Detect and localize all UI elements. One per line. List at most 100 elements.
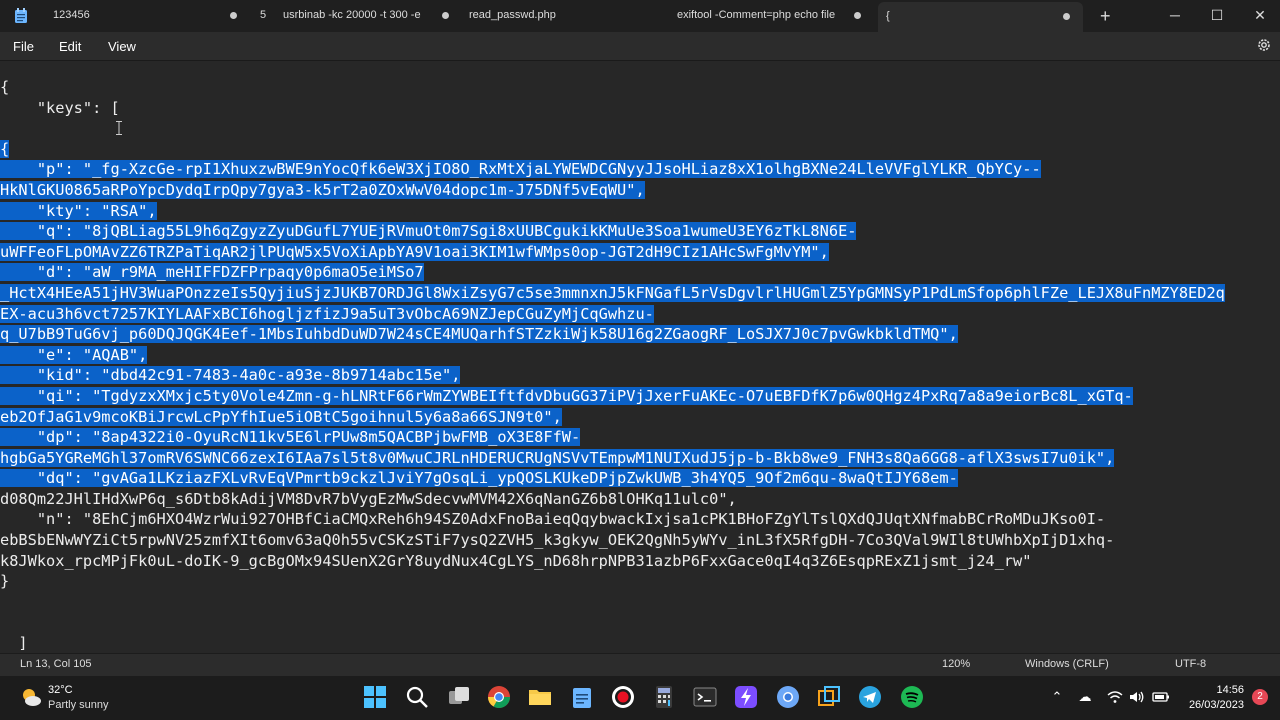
line-text: k8JWkox_rpcMPjFk0uL-doIK-9_gcBgOMx94SUen… bbox=[0, 551, 1032, 570]
task-view-icon[interactable] bbox=[446, 684, 472, 710]
editor-line[interactable]: ebBSbENwWYZiCt5rpwNV25zmfXIt6omv63aQ0h55… bbox=[0, 530, 1225, 551]
editor-line[interactable]: q_U7bB9TuG6vj_p60DQJQGK4Eef-1MbsIuhbdDuW… bbox=[0, 324, 1225, 345]
editor-line[interactable]: { bbox=[0, 77, 1225, 98]
line-text: d08Qm22JHlIHdXwP6q_s6Dtb8kAdijVM8DvR7bVy… bbox=[0, 489, 737, 508]
editor-line[interactable]: "qi": "TgdyzxXMxjc5ty0Vole4Zmn-g-hLNRtF6… bbox=[0, 386, 1225, 407]
line-text: EX-acu3h6vct7257KIYLAAFxBCI6hogljzfizJ9a… bbox=[0, 304, 654, 323]
weather-widget[interactable]: 32°C Partly sunny bbox=[20, 682, 140, 714]
line-text: "dq": "gvAGa1LKziazFXLvRvEqVPmrtb9ckzlJv… bbox=[0, 469, 958, 488]
editor-line[interactable]: uWFFeoFLpOMAvZZ6TRZPaTiqAR2jlPUqW5x5VoXi… bbox=[0, 242, 1225, 263]
line-text: hgbGa5YGReMGhl37omRV6SWNC66zexI6IAa7sl5t… bbox=[0, 448, 1115, 467]
status-bar: Ln 13, Col 105 120% Windows (CRLF) UTF-8 bbox=[0, 653, 1280, 676]
wifi-icon[interactable] bbox=[1106, 688, 1124, 706]
unsaved-dot-icon bbox=[442, 12, 449, 19]
editor-line[interactable]: k8JWkox_rpcMPjFk0uL-doIK-9_gcBgOMx94SUen… bbox=[0, 551, 1225, 572]
line-text: _HctX4HEeA51jHV3WuaPOnzzeIs5QyjiuSjzJUKB… bbox=[0, 283, 1225, 302]
new-tab-button[interactable]: + bbox=[1100, 6, 1111, 27]
line-text: { bbox=[0, 139, 10, 158]
telegram-icon[interactable] bbox=[857, 684, 883, 710]
line-text: HkNlGKU0865aRPoYpcDydqIrpQpy7gya3-k5rT2a… bbox=[0, 180, 645, 199]
tab-123456[interactable]: 123456 bbox=[46, 4, 246, 28]
line-text: "kty": "RSA", bbox=[0, 201, 157, 220]
spotify-icon[interactable] bbox=[899, 684, 925, 710]
editor-line[interactable] bbox=[0, 612, 1225, 633]
text-editor[interactable]: { "keys": [{ "p": "_fg-XzcGe-rpI1XhuxzwB… bbox=[0, 61, 1280, 653]
line-text: "e": "AQAB", bbox=[0, 345, 148, 364]
line-text: "keys": [ bbox=[0, 98, 120, 117]
editor-content[interactable]: { "keys": [{ "p": "_fg-XzcGe-rpI1XhuxzwB… bbox=[0, 77, 1225, 654]
bolt-app-icon[interactable] bbox=[733, 684, 759, 710]
tab-usrbinab[interactable]: 5 usrbinab -kc 20000 -t 300 -e bbox=[256, 4, 456, 28]
tab-label: { bbox=[886, 10, 890, 22]
battery-icon[interactable] bbox=[1152, 688, 1170, 706]
editor-line[interactable]: ] bbox=[0, 633, 1225, 654]
line-ending: Windows (CRLF) bbox=[1025, 658, 1109, 670]
editor-line[interactable]: EX-acu3h6vct7257KIYLAAFxBCI6hogljzfizJ9a… bbox=[0, 304, 1225, 325]
editor-line[interactable]: "kid": "dbd42c91-7483-4a0c-a93e-8b9714ab… bbox=[0, 365, 1225, 386]
editor-line[interactable]: hgbGa5YGReMGhl37omRV6SWNC66zexI6IAa7sl5t… bbox=[0, 448, 1225, 469]
maximize-button[interactable]: ☐ bbox=[1205, 4, 1229, 26]
weather-desc: Partly sunny bbox=[48, 699, 109, 711]
tab-label: 123456 bbox=[53, 9, 90, 21]
volume-icon[interactable] bbox=[1128, 688, 1146, 706]
cursor-position: Ln 13, Col 105 bbox=[20, 658, 92, 670]
tab-label-prefix: 5 bbox=[260, 9, 267, 21]
cloud-icon[interactable]: ☁ bbox=[1076, 688, 1094, 706]
editor-line[interactable]: d08Qm22JHlIHdXwP6q_s6Dtb8kAdijVM8DvR7bVy… bbox=[0, 489, 1225, 510]
tab-active[interactable]: { bbox=[878, 2, 1083, 32]
editor-line[interactable]: "dp": "8ap4322i0-OyuRcN11kv5E6lrPUw8m5QA… bbox=[0, 427, 1225, 448]
minimize-button[interactable]: ─ bbox=[1163, 4, 1187, 26]
menu-edit[interactable]: Edit bbox=[59, 39, 81, 54]
line-text: uWFFeoFLpOMAvZZ6TRZPaTiqAR2jlPUqW5x5VoXi… bbox=[0, 242, 829, 261]
line-text: "qi": "TgdyzxXMxjc5ty0Vole4Zmn-g-hLNRtF6… bbox=[0, 386, 1133, 405]
line-text: eb2OfJaG1v9mcoKBiJrcwLcPpYfhIue5iOBtC5go… bbox=[0, 407, 562, 426]
editor-line[interactable]: "p": "_fg-XzcGe-rpI1XhuxzwBWE9nYocQfk6eW… bbox=[0, 159, 1225, 180]
clock[interactable]: 14:56 26/03/2023 bbox=[1189, 683, 1244, 713]
notification-badge[interactable]: 2 bbox=[1252, 689, 1268, 705]
line-text: "n": "8EhCjm6HXO4WzrWui927OHBfCiaCMQxReh… bbox=[0, 510, 1106, 529]
tab-label: read_passwd.php bbox=[469, 9, 556, 21]
close-button[interactable]: ✕ bbox=[1248, 4, 1272, 26]
editor-line[interactable]: "kty": "RSA", bbox=[0, 201, 1225, 222]
start-icon[interactable] bbox=[362, 684, 388, 710]
weather-temp: 32°C bbox=[48, 684, 73, 696]
editor-line[interactable]: "q": "8jQBLiag55L9h6qZgyzZyuDGufL7YUEjRV… bbox=[0, 221, 1225, 242]
partly-sunny-icon bbox=[23, 689, 41, 706]
windows-switcher-icon[interactable] bbox=[816, 684, 842, 710]
chrome-alt-icon[interactable] bbox=[775, 684, 801, 710]
editor-line[interactable]: "n": "8EhCjm6HXO4WzrWui927OHBfCiaCMQxReh… bbox=[0, 509, 1225, 530]
editor-line[interactable] bbox=[0, 592, 1225, 613]
line-text: ebBSbENwWYZiCt5rpwNV25zmfXIt6omv63aQ0h55… bbox=[0, 531, 1115, 550]
editor-line[interactable]: eb2OfJaG1v9mcoKBiJrcwLcPpYfhIue5iOBtC5go… bbox=[0, 407, 1225, 428]
editor-line[interactable]: { bbox=[0, 139, 1225, 160]
editor-line[interactable]: "e": "AQAB", bbox=[0, 345, 1225, 366]
tab-exiftool[interactable]: exiftool -Comment=php echo file bbox=[670, 4, 870, 28]
editor-line[interactable]: "d": "aW_r9MA_meHIFFDZFPrpaqy0p6maO5eiMS… bbox=[0, 262, 1225, 283]
ibeam-cursor-icon bbox=[116, 121, 122, 135]
editor-line[interactable]: "dq": "gvAGa1LKziazFXLvRvEqVPmrtb9ckzlJv… bbox=[0, 468, 1225, 489]
chrome-icon[interactable] bbox=[486, 684, 512, 710]
record-icon[interactable] bbox=[610, 684, 636, 710]
settings-gear-icon[interactable] bbox=[1256, 37, 1272, 53]
calculator-icon[interactable] bbox=[651, 684, 677, 710]
line-text: "kid": "dbd42c91-7483-4a0c-a93e-8b9714ab… bbox=[0, 366, 461, 385]
menu-view[interactable]: View bbox=[108, 39, 136, 54]
editor-line[interactable]: _HctX4HEeA51jHV3WuaPOnzzeIs5QyjiuSjzJUKB… bbox=[0, 283, 1225, 304]
notepad-taskbar-icon[interactable] bbox=[569, 684, 595, 710]
chevron-up-icon[interactable]: ⌃ bbox=[1048, 688, 1066, 706]
terminal-icon[interactable] bbox=[692, 684, 718, 710]
editor-line[interactable]: HkNlGKU0865aRPoYpcDydqIrpQpy7gya3-k5rT2a… bbox=[0, 180, 1225, 201]
editor-line[interactable] bbox=[0, 118, 1225, 139]
zoom-level: 120% bbox=[942, 658, 971, 670]
file-explorer-icon[interactable] bbox=[527, 684, 553, 710]
search-icon[interactable] bbox=[404, 684, 430, 710]
unsaved-dot-icon bbox=[230, 12, 237, 19]
taskbar: 32°C Partly sunny ⌃ ☁ 14:56 26/03/2023 2 bbox=[0, 676, 1280, 720]
line-text: ] bbox=[0, 634, 28, 653]
unsaved-dot-icon bbox=[854, 12, 861, 19]
editor-line[interactable]: "keys": [ bbox=[0, 98, 1225, 119]
tab-read-passwd[interactable]: read_passwd.php bbox=[462, 4, 662, 28]
menu-file[interactable]: File bbox=[13, 39, 34, 54]
tab-label: exiftool -Comment=php echo file bbox=[677, 9, 836, 21]
editor-line[interactable]: } bbox=[0, 571, 1225, 592]
